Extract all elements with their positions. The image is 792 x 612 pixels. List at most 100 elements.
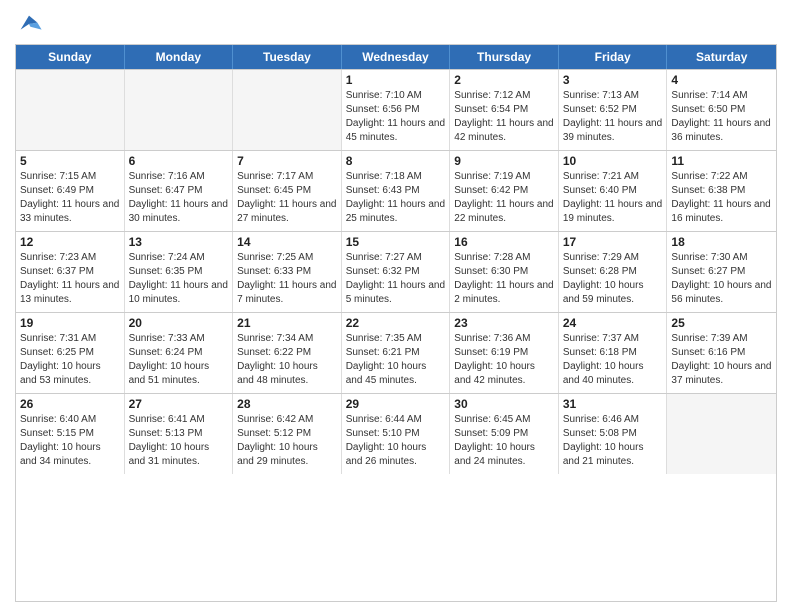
cell-detail: Sunrise: 6:41 AM Sunset: 5:13 PM Dayligh… (129, 413, 229, 469)
day-cell-21: 21Sunrise: 7:34 AM Sunset: 6:22 PM Dayli… (233, 313, 342, 393)
cell-detail: Sunrise: 7:33 AM Sunset: 6:24 PM Dayligh… (129, 332, 229, 388)
cell-detail: Sunrise: 7:30 AM Sunset: 6:27 PM Dayligh… (671, 251, 772, 307)
cell-detail: Sunrise: 6:44 AM Sunset: 5:10 PM Dayligh… (346, 413, 446, 469)
day-number: 13 (129, 235, 229, 249)
empty-cell (667, 394, 776, 474)
day-number: 31 (563, 397, 663, 411)
cell-detail: Sunrise: 7:12 AM Sunset: 6:54 PM Dayligh… (454, 89, 554, 145)
cell-detail: Sunrise: 7:37 AM Sunset: 6:18 PM Dayligh… (563, 332, 663, 388)
day-number: 3 (563, 73, 663, 87)
day-number: 30 (454, 397, 554, 411)
cell-detail: Sunrise: 7:25 AM Sunset: 6:33 PM Dayligh… (237, 251, 337, 307)
cell-detail: Sunrise: 7:14 AM Sunset: 6:50 PM Dayligh… (671, 89, 772, 145)
day-number: 2 (454, 73, 554, 87)
day-number: 4 (671, 73, 772, 87)
cell-detail: Sunrise: 7:21 AM Sunset: 6:40 PM Dayligh… (563, 170, 663, 226)
week-row-2: 5Sunrise: 7:15 AM Sunset: 6:49 PM Daylig… (16, 150, 776, 231)
day-cell-19: 19 Sunrise: 7:31 AM Sunset: 6:25 PM Dayli… (16, 313, 125, 393)
day-number: 29 (346, 397, 446, 411)
cell-detail: Sunrise: 7:10 AM Sunset: 6:56 PM Dayligh… (346, 89, 446, 145)
day-cell-29: 29 Sunrise: 6:44 AM Sunset: 5:10 PM Dayli… (342, 394, 451, 474)
day-number: 9 (454, 154, 554, 168)
day-cell-31: 31 Sunrise: 6:46 AM Sunset: 5:08 PM Dayli… (559, 394, 668, 474)
day-number: 8 (346, 154, 446, 168)
week-row-1: 1 Sunrise: 7:10 AM Sunset: 6:56 PM Daylig… (16, 69, 776, 150)
day-cell-30: 30 Sunrise: 6:45 AM Sunset: 5:09 PM Dayli… (450, 394, 559, 474)
day-number: 18 (671, 235, 772, 249)
day-number: 19 (20, 316, 120, 330)
cell-detail: Sunrise: 7:31 AM Sunset: 6:25 PM Dayligh… (20, 332, 120, 388)
week-row-4: 19 Sunrise: 7:31 AM Sunset: 6:25 PM Dayli… (16, 312, 776, 393)
day-number: 17 (563, 235, 663, 249)
day-cell-23: 23 Sunrise: 7:36 AM Sunset: 6:19 PM Dayli… (450, 313, 559, 393)
day-cell-24: 24 Sunrise: 7:37 AM Sunset: 6:18 PM Dayli… (559, 313, 668, 393)
empty-cell (125, 70, 234, 150)
day-number: 24 (563, 316, 663, 330)
day-number: 27 (129, 397, 229, 411)
day-cell-13: 13 Sunrise: 7:24 AM Sunset: 6:35 PM Dayli… (125, 232, 234, 312)
header-cell-tuesday: Tuesday (233, 45, 342, 69)
day-cell-14: 14 Sunrise: 7:25 AM Sunset: 6:33 PM Dayli… (233, 232, 342, 312)
cell-detail: Sunrise: 6:46 AM Sunset: 5:08 PM Dayligh… (563, 413, 663, 469)
cell-detail: Sunrise: 6:45 AM Sunset: 5:09 PM Dayligh… (454, 413, 554, 469)
empty-cell (16, 70, 125, 150)
day-cell-5: 5Sunrise: 7:15 AM Sunset: 6:49 PM Daylig… (16, 151, 125, 231)
day-number: 7 (237, 154, 337, 168)
day-cell-4: 4 Sunrise: 7:14 AM Sunset: 6:50 PM Daylig… (667, 70, 776, 150)
header-cell-thursday: Thursday (450, 45, 559, 69)
week-row-5: 26 Sunrise: 6:40 AM Sunset: 5:15 PM Dayli… (16, 393, 776, 474)
day-cell-10: 10 Sunrise: 7:21 AM Sunset: 6:40 PM Dayli… (559, 151, 668, 231)
day-cell-8: 8 Sunrise: 7:18 AM Sunset: 6:43 PM Daylig… (342, 151, 451, 231)
day-cell-7: 7 Sunrise: 7:17 AM Sunset: 6:45 PM Daylig… (233, 151, 342, 231)
day-cell-6: 6Sunrise: 7:16 AM Sunset: 6:47 PM Daylig… (125, 151, 234, 231)
calendar-header: SundayMondayTuesdayWednesdayThursdayFrid… (16, 45, 776, 69)
week-row-3: 12Sunrise: 7:23 AM Sunset: 6:37 PM Dayli… (16, 231, 776, 312)
cell-detail: Sunrise: 7:24 AM Sunset: 6:35 PM Dayligh… (129, 251, 229, 307)
day-cell-12: 12Sunrise: 7:23 AM Sunset: 6:37 PM Dayli… (16, 232, 125, 312)
day-cell-18: 18 Sunrise: 7:30 AM Sunset: 6:27 PM Dayli… (667, 232, 776, 312)
day-cell-1: 1 Sunrise: 7:10 AM Sunset: 6:56 PM Daylig… (342, 70, 451, 150)
cell-detail: Sunrise: 6:42 AM Sunset: 5:12 PM Dayligh… (237, 413, 337, 469)
cell-detail: Sunrise: 7:29 AM Sunset: 6:28 PM Dayligh… (563, 251, 663, 307)
day-number: 26 (20, 397, 120, 411)
day-cell-25: 25Sunrise: 7:39 AM Sunset: 6:16 PM Dayli… (667, 313, 776, 393)
cell-detail: Sunrise: 7:17 AM Sunset: 6:45 PM Dayligh… (237, 170, 337, 226)
calendar: SundayMondayTuesdayWednesdayThursdayFrid… (15, 44, 777, 602)
header-cell-saturday: Saturday (667, 45, 776, 69)
day-cell-20: 20 Sunrise: 7:33 AM Sunset: 6:24 PM Dayli… (125, 313, 234, 393)
day-number: 25 (671, 316, 772, 330)
day-number: 23 (454, 316, 554, 330)
logo (15, 10, 47, 38)
day-cell-27: 27 Sunrise: 6:41 AM Sunset: 5:13 PM Dayli… (125, 394, 234, 474)
day-cell-3: 3 Sunrise: 7:13 AM Sunset: 6:52 PM Daylig… (559, 70, 668, 150)
cell-detail: Sunrise: 7:22 AM Sunset: 6:38 PM Dayligh… (671, 170, 772, 226)
cell-detail: Sunrise: 7:27 AM Sunset: 6:32 PM Dayligh… (346, 251, 446, 307)
day-cell-2: 2 Sunrise: 7:12 AM Sunset: 6:54 PM Daylig… (450, 70, 559, 150)
day-number: 28 (237, 397, 337, 411)
header-cell-wednesday: Wednesday (342, 45, 451, 69)
day-cell-28: 28 Sunrise: 6:42 AM Sunset: 5:12 PM Dayli… (233, 394, 342, 474)
cell-detail: Sunrise: 7:18 AM Sunset: 6:43 PM Dayligh… (346, 170, 446, 226)
day-number: 14 (237, 235, 337, 249)
page: SundayMondayTuesdayWednesdayThursdayFrid… (0, 0, 792, 612)
cell-detail: Sunrise: 7:23 AM Sunset: 6:37 PM Dayligh… (20, 251, 120, 307)
cell-detail: Sunrise: 6:40 AM Sunset: 5:15 PM Dayligh… (20, 413, 120, 469)
header-cell-monday: Monday (125, 45, 234, 69)
day-cell-9: 9 Sunrise: 7:19 AM Sunset: 6:42 PM Daylig… (450, 151, 559, 231)
cell-detail: Sunrise: 7:13 AM Sunset: 6:52 PM Dayligh… (563, 89, 663, 145)
calendar-body: 1 Sunrise: 7:10 AM Sunset: 6:56 PM Daylig… (16, 69, 776, 474)
day-number: 16 (454, 235, 554, 249)
day-number: 21 (237, 316, 337, 330)
header-cell-sunday: Sunday (16, 45, 125, 69)
cell-detail: Sunrise: 7:15 AM Sunset: 6:49 PM Dayligh… (20, 170, 120, 226)
header (15, 10, 777, 38)
cell-detail: Sunrise: 7:19 AM Sunset: 6:42 PM Dayligh… (454, 170, 554, 226)
cell-detail: Sunrise: 7:16 AM Sunset: 6:47 PM Dayligh… (129, 170, 229, 226)
cell-detail: Sunrise: 7:36 AM Sunset: 6:19 PM Dayligh… (454, 332, 554, 388)
day-number: 10 (563, 154, 663, 168)
cell-detail: Sunrise: 7:28 AM Sunset: 6:30 PM Dayligh… (454, 251, 554, 307)
day-cell-16: 16 Sunrise: 7:28 AM Sunset: 6:30 PM Dayli… (450, 232, 559, 312)
day-number: 20 (129, 316, 229, 330)
day-number: 1 (346, 73, 446, 87)
day-number: 15 (346, 235, 446, 249)
